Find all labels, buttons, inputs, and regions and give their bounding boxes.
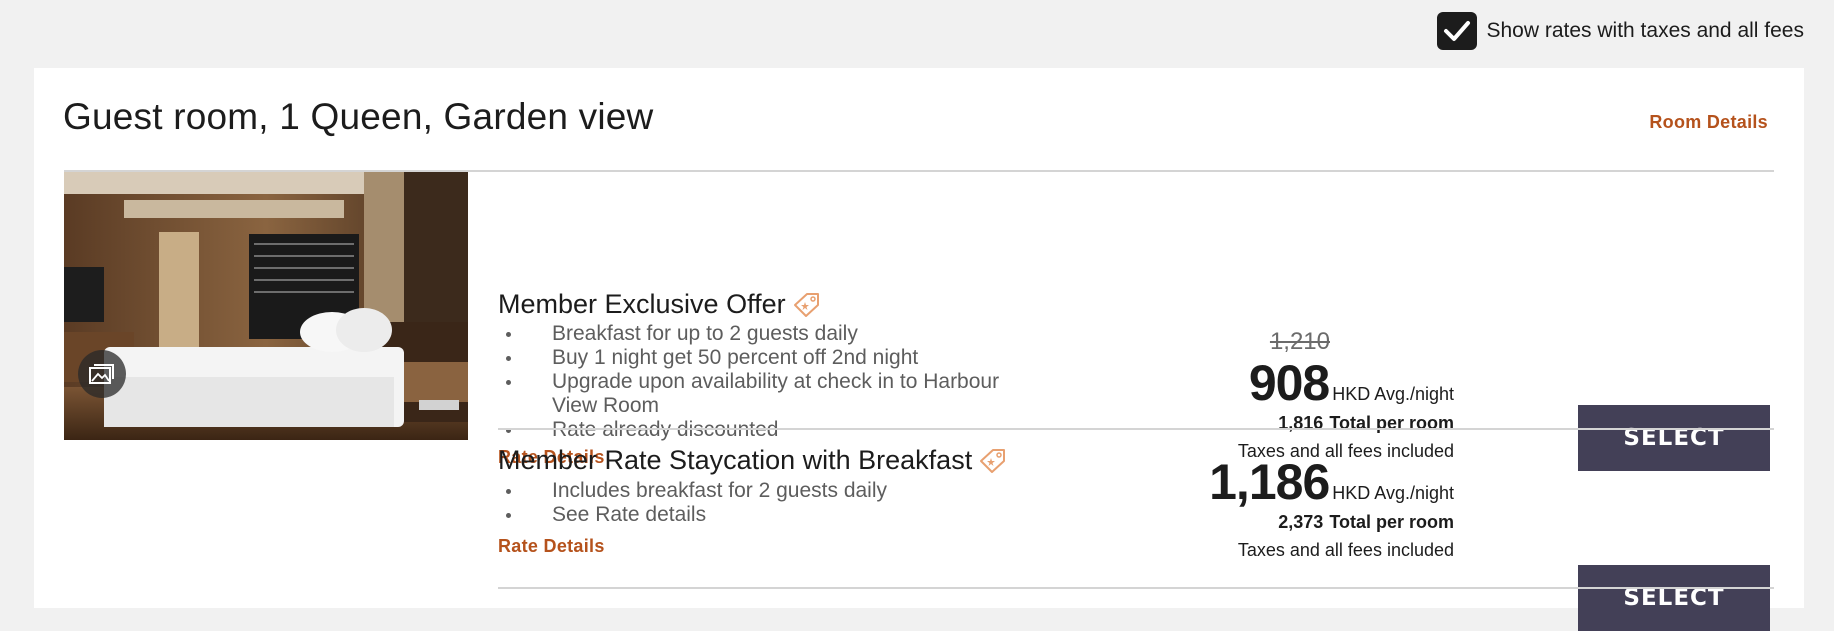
rate-feature: Rate already discounted — [498, 418, 1018, 442]
price-block: 1,186 HKD Avg./night 2,373 Total per room… — [1154, 456, 1454, 561]
price-block: 1,210 908 HKD Avg./night 1,816 Total per … — [1154, 327, 1454, 462]
show-taxes-label: Show rates with taxes and all fees — [1486, 19, 1804, 42]
total-amount: 2,373 — [1278, 512, 1324, 532]
rate-feature: Upgrade upon availability at check in to… — [498, 370, 1018, 418]
price-amount: 1,186 — [1209, 454, 1330, 510]
fees-note: Taxes and all fees included — [1237, 540, 1454, 560]
price-amount: 908 — [1248, 355, 1330, 411]
show-taxes-toggle[interactable]: Show rates with taxes and all fees — [1437, 12, 1804, 50]
select-button[interactable]: SELECT — [1578, 565, 1770, 631]
total-amount: 1,816 — [1278, 413, 1324, 433]
room-title: Guest room, 1 Queen, Garden view — [63, 96, 654, 137]
show-taxes-checkbox[interactable] — [1437, 12, 1478, 50]
offer-tag-icon — [793, 292, 819, 317]
room-card: Guest room, 1 Queen, Garden view Room De… — [34, 68, 1804, 631]
offer-tag-icon — [980, 448, 1006, 473]
select-button[interactable]: SELECT — [1578, 405, 1770, 471]
price-unit: HKD Avg./night — [1332, 384, 1454, 404]
rate-name: Member Rate Staycation with Breakfast — [498, 445, 1006, 476]
rate-feature: Includes breakfast for 2 guests daily — [498, 479, 1018, 503]
room-details-link[interactable]: Room Details — [1649, 112, 1768, 133]
price-unit: HKD Avg./night — [1332, 483, 1454, 503]
total-label: Total per room — [1329, 512, 1454, 532]
rate-name: Member Exclusive Offer — [498, 289, 820, 320]
room-photo-image — [64, 172, 468, 440]
gallery-icon — [89, 364, 114, 384]
total-label: Total per room — [1329, 413, 1454, 433]
rate-features: Breakfast for up to 2 guests daily Buy 1… — [498, 322, 1018, 442]
room-photo[interactable] — [64, 172, 468, 440]
rate-name-text: Member Exclusive Offer — [498, 289, 786, 319]
gallery-button[interactable] — [78, 350, 126, 398]
rate-feature: See Rate details — [498, 503, 1018, 527]
original-price: 1,210 — [1269, 328, 1330, 355]
rate-divider — [498, 587, 1774, 589]
rate-feature: Breakfast for up to 2 guests daily — [498, 322, 1018, 346]
rate-divider — [498, 428, 1774, 430]
rate-details-link[interactable]: Rate Details — [498, 536, 605, 557]
filter-bar: Show rates with taxes and all fees — [0, 0, 1834, 62]
checkmark-icon — [1444, 21, 1471, 41]
rate-features: Includes breakfast for 2 guests daily Se… — [498, 479, 1018, 527]
rate-feature: Buy 1 night get 50 percent off 2nd night — [498, 346, 1018, 370]
rate-name-text: Member Rate Staycation with Breakfast — [498, 445, 973, 475]
